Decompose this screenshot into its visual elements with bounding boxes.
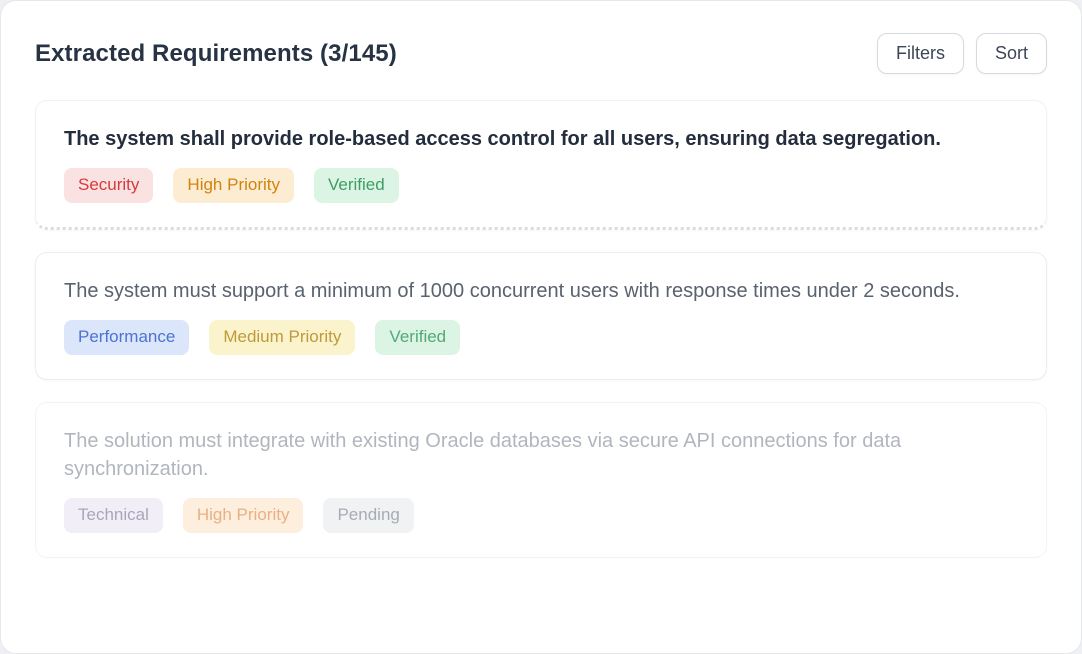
priority-tag: Medium Priority xyxy=(209,320,355,354)
requirement-card[interactable]: The solution must integrate with existin… xyxy=(35,402,1047,558)
status-tag: Verified xyxy=(314,168,399,202)
page-title: Extracted Requirements (3/145) xyxy=(35,40,397,68)
panel-header: Extracted Requirements (3/145) Filters S… xyxy=(35,33,1047,74)
tag-row: Security High Priority Verified xyxy=(64,168,1018,202)
requirement-card[interactable]: The system must support a minimum of 100… xyxy=(35,252,1047,380)
status-tag: Verified xyxy=(375,320,460,354)
tag-row: Technical High Priority Pending xyxy=(64,498,1018,532)
category-tag: Security xyxy=(64,168,153,202)
header-actions: Filters Sort xyxy=(877,33,1047,74)
requirements-list: The system shall provide role-based acce… xyxy=(35,100,1047,558)
status-tag: Pending xyxy=(323,498,413,532)
requirement-text: The solution must integrate with existin… xyxy=(64,427,1004,484)
requirements-panel: Extracted Requirements (3/145) Filters S… xyxy=(0,0,1082,654)
requirement-text: The system shall provide role-based acce… xyxy=(64,125,1004,153)
category-tag: Technical xyxy=(64,498,163,532)
tag-row: Performance Medium Priority Verified xyxy=(64,320,1018,354)
sort-button[interactable]: Sort xyxy=(976,33,1047,74)
requirement-card[interactable]: The system shall provide role-based acce… xyxy=(35,100,1047,230)
category-tag: Performance xyxy=(64,320,189,354)
priority-tag: High Priority xyxy=(173,168,294,202)
requirement-text: The system must support a minimum of 100… xyxy=(64,277,1004,305)
priority-tag: High Priority xyxy=(183,498,304,532)
filters-button[interactable]: Filters xyxy=(877,33,964,74)
